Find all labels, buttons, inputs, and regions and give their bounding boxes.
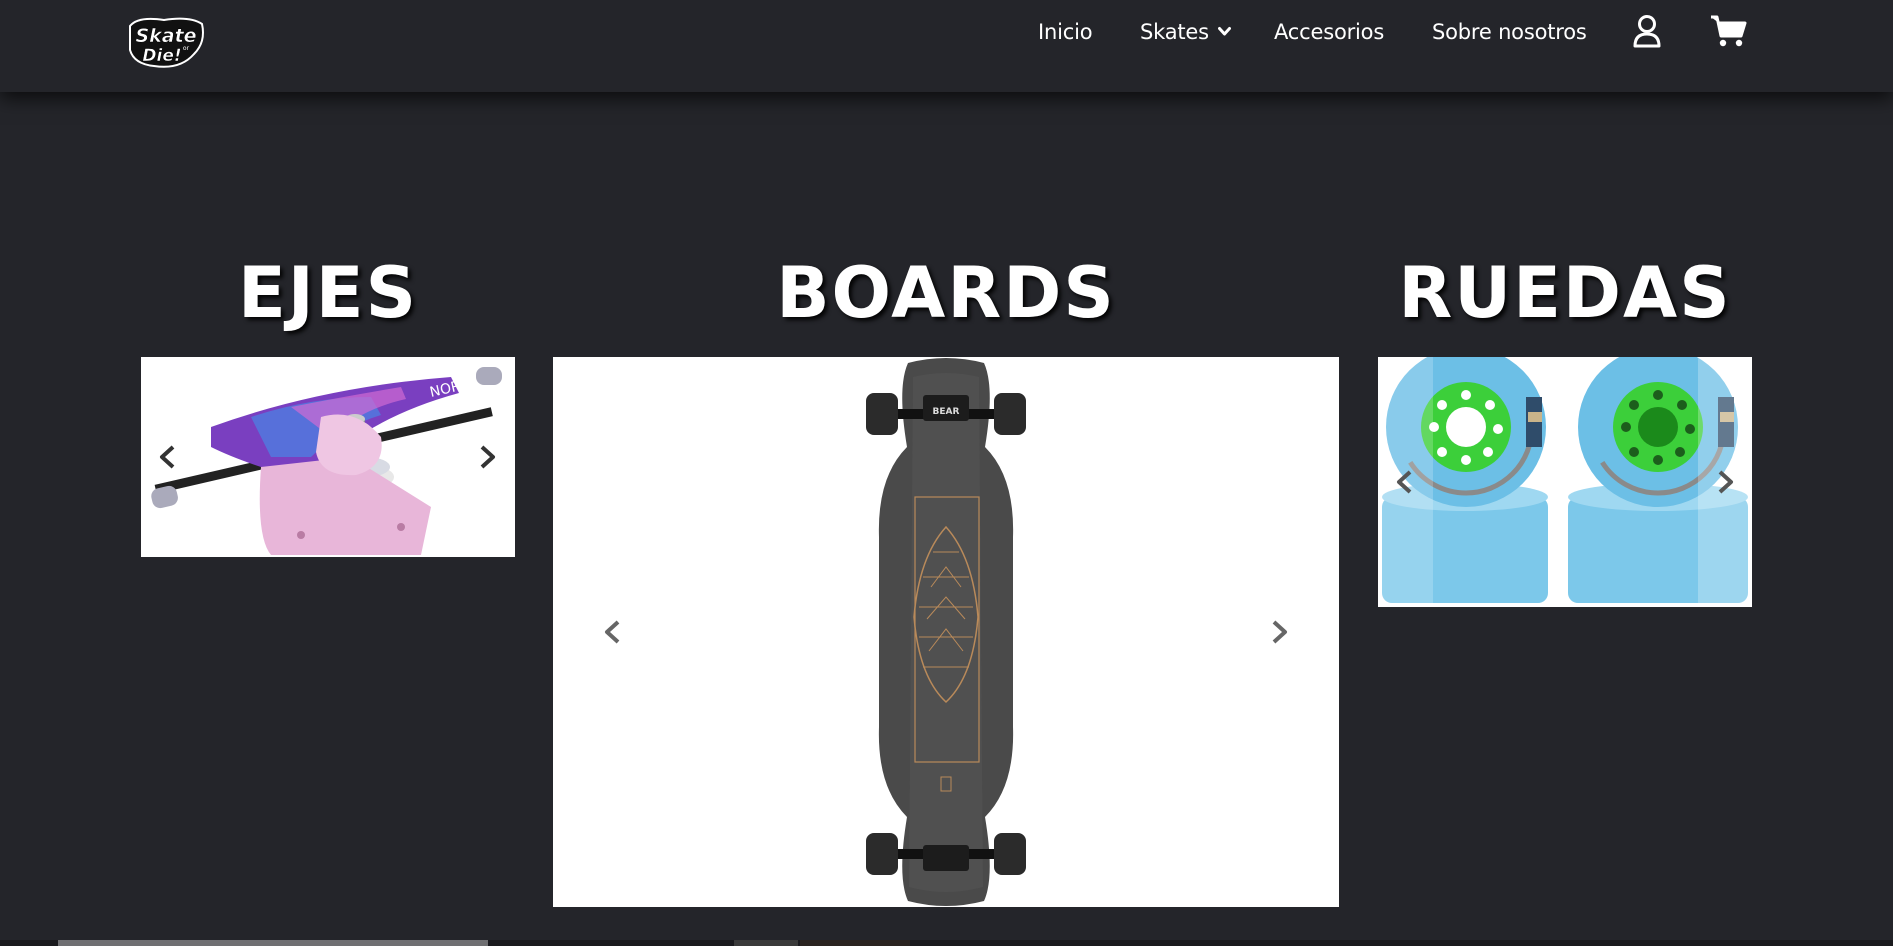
nav-link-inicio[interactable]: Inicio <box>1038 20 1093 44</box>
wheels-photo <box>1378 357 1752 607</box>
nav-link-sobre-nosotros[interactable]: Sobre nosotros <box>1432 20 1587 44</box>
chevron-down-icon <box>1218 27 1232 36</box>
longboard-photo: BEAR <box>553 357 1339 907</box>
truck-photo: NORA <box>141 357 515 557</box>
user-icon[interactable] <box>1632 14 1662 48</box>
section-title-ejes: EJES <box>237 252 419 334</box>
next-section-edge <box>0 940 1893 946</box>
board-brand-text: BEAR <box>933 407 960 417</box>
site-logo[interactable]: Skate or Die! <box>124 14 208 72</box>
cart-icon[interactable] <box>1710 14 1748 48</box>
section-title-boards: BOARDS <box>776 252 1116 334</box>
nav-link-skates[interactable]: Skates <box>1140 20 1232 44</box>
prev-arrow-ruedas[interactable] <box>1390 467 1420 497</box>
logo-text-top: Skate <box>135 25 196 47</box>
carousel-ruedas <box>1378 357 1752 607</box>
next-arrow-ejes[interactable] <box>472 442 502 472</box>
carousel-boards: BEAR <box>553 357 1339 907</box>
nav-link-skates-label: Skates <box>1140 20 1209 44</box>
logo-text-mid: or <box>183 45 190 52</box>
logo-text-bottom: Die! <box>142 46 181 66</box>
section-title-ruedas: RUEDAS <box>1398 252 1732 334</box>
prev-arrow-ejes[interactable] <box>153 442 183 472</box>
carousel-ejes: NORA <box>141 357 515 557</box>
next-arrow-ruedas[interactable] <box>1710 467 1740 497</box>
prev-arrow-boards[interactable] <box>598 617 628 647</box>
next-arrow-boards[interactable] <box>1264 617 1294 647</box>
nav-link-accesorios[interactable]: Accesorios <box>1274 20 1384 44</box>
top-navbar: Skate or Die! Inicio Skates Accesorios S… <box>0 0 1893 92</box>
